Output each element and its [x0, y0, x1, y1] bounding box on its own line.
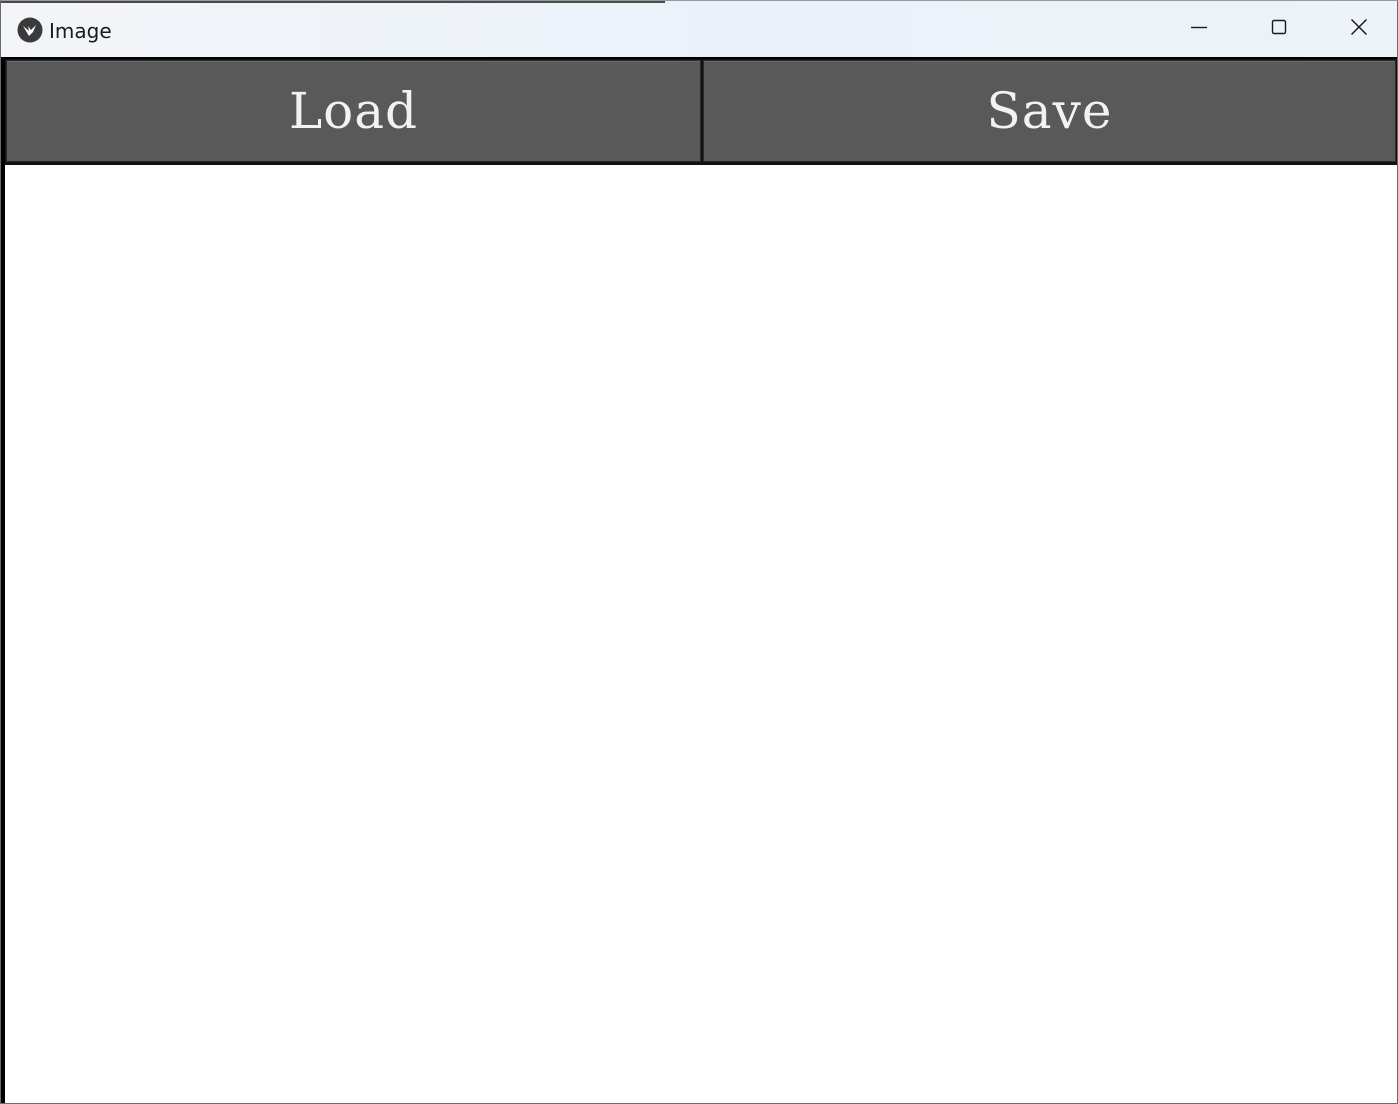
button-toolbar: Load Save: [5, 59, 1397, 165]
title-bar[interactable]: Image: [1, 1, 1397, 57]
load-button[interactable]: Load: [6, 60, 701, 162]
maximize-icon: [1270, 18, 1288, 40]
close-button[interactable]: [1319, 1, 1397, 57]
window-title: Image: [49, 19, 112, 43]
image-canvas[interactable]: [5, 165, 1397, 1103]
save-button[interactable]: Save: [703, 60, 1396, 162]
maximize-button[interactable]: [1239, 1, 1319, 57]
close-icon: [1350, 18, 1368, 40]
title-bar-accent: [1, 1, 665, 3]
app-window: Image Load Save: [0, 0, 1398, 1104]
kivy-app-icon: [17, 17, 43, 43]
minimize-icon: [1190, 18, 1208, 40]
minimize-button[interactable]: [1159, 1, 1239, 57]
